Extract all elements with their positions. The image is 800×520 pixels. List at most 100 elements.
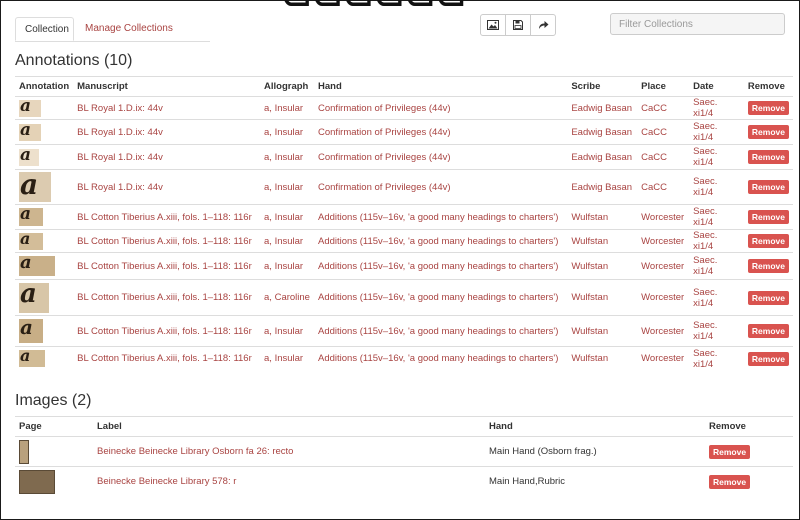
- image-label-link[interactable]: Beinecke Beinecke Library 578: r: [93, 466, 485, 497]
- annotation-thumbnail[interactable]: a: [19, 148, 39, 166]
- date-link[interactable]: Saec. xi1/4: [689, 96, 744, 120]
- place-link[interactable]: Worcester: [637, 252, 690, 280]
- hand-link[interactable]: Confirmation of Privileges (44v): [314, 96, 568, 120]
- allograph-link[interactable]: a, Insular: [260, 252, 314, 280]
- place-link[interactable]: CaCC: [637, 119, 690, 145]
- annotation-thumbnail[interactable]: a: [19, 208, 43, 226]
- manuscript-link[interactable]: BL Royal 1.D.ix: 44v: [73, 119, 261, 145]
- remove-image-button[interactable]: Remove: [709, 474, 751, 489]
- scribe-link[interactable]: Wulfstan: [567, 229, 638, 253]
- place-link[interactable]: Worcester: [637, 315, 690, 347]
- place-link[interactable]: Worcester: [637, 279, 690, 316]
- place-link[interactable]: CaCC: [637, 169, 690, 205]
- remove-annotation-button[interactable]: Remove: [747, 210, 789, 224]
- annotation-thumbnail[interactable]: a: [19, 256, 55, 276]
- remove-annotation-button[interactable]: Remove: [747, 125, 789, 139]
- remove-annotation-button[interactable]: Remove: [747, 324, 789, 338]
- annotation-thumbnail[interactable]: a: [19, 172, 51, 202]
- hand-link[interactable]: Additions (115v–16v, 'a good many headin…: [314, 315, 568, 347]
- allograph-link[interactable]: a, Insular: [260, 144, 314, 170]
- place-link[interactable]: Worcester: [637, 346, 690, 371]
- filter-collections-input[interactable]: [610, 13, 785, 35]
- page-thumbnail[interactable]: [19, 439, 29, 464]
- remove-annotation-button[interactable]: Remove: [747, 101, 789, 115]
- manuscript-link[interactable]: BL Cotton Tiberius A.xiii, fols. 1–118: …: [73, 229, 261, 253]
- scribe-link[interactable]: Eadwig Basan: [567, 119, 638, 145]
- remove-annotation-button[interactable]: Remove: [747, 234, 789, 248]
- image-label-link[interactable]: Beinecke Beinecke Library Osborn fa 26: …: [93, 436, 485, 467]
- allograph-link[interactable]: a, Insular: [260, 119, 314, 145]
- remove-annotation-button[interactable]: Remove: [747, 290, 789, 305]
- col-page: Page: [15, 416, 93, 437]
- scribe-link[interactable]: Wulfstan: [567, 346, 638, 371]
- hand-link[interactable]: Confirmation of Privileges (44v): [314, 169, 568, 205]
- remove-annotation-button[interactable]: Remove: [747, 351, 789, 366]
- remove-annotation-button[interactable]: Remove: [747, 150, 789, 164]
- date-link[interactable]: Saec. xi1/4: [689, 252, 744, 280]
- place-link[interactable]: Worcester: [637, 204, 690, 230]
- remove-annotation-button[interactable]: Remove: [747, 259, 789, 273]
- manuscript-link[interactable]: BL Cotton Tiberius A.xiii, fols. 1–118: …: [73, 252, 261, 280]
- remove-annotation-button[interactable]: Remove: [747, 180, 789, 194]
- date-link[interactable]: Saec. xi1/4: [689, 229, 744, 253]
- scribe-link[interactable]: Wulfstan: [567, 252, 638, 280]
- hand-link[interactable]: Confirmation of Privileges (44v): [314, 119, 568, 145]
- annotation-thumbnail[interactable]: a: [19, 123, 41, 141]
- allograph-link[interactable]: a, Insular: [260, 346, 314, 371]
- annotation-thumbnail-cell: a: [15, 346, 74, 371]
- annotation-thumbnail[interactable]: a: [19, 99, 41, 117]
- hand-link[interactable]: Additions (115v–16v, 'a good many headin…: [314, 252, 568, 280]
- remove-image-button[interactable]: Remove: [709, 444, 751, 459]
- hand-link[interactable]: Additions (115v–16v, 'a good many headin…: [314, 346, 568, 371]
- scribe-link[interactable]: Wulfstan: [567, 315, 638, 347]
- share-button[interactable]: [530, 14, 556, 36]
- annotation-thumbnail[interactable]: a: [19, 232, 43, 250]
- manuscript-link[interactable]: BL Royal 1.D.ix: 44v: [73, 169, 261, 205]
- hand-link[interactable]: Additions (115v–16v, 'a good many headin…: [314, 279, 568, 316]
- image-row: Beinecke Beinecke Library Osborn fa 26: …: [15, 436, 793, 467]
- page-thumbnail[interactable]: [19, 469, 55, 494]
- place-link[interactable]: CaCC: [637, 96, 690, 120]
- tab-collection[interactable]: Collection: [15, 17, 74, 41]
- allograph-link[interactable]: a, Insular: [260, 315, 314, 347]
- date-link[interactable]: Saec. xi1/4: [689, 169, 744, 205]
- allograph-link[interactable]: a, Insular: [260, 96, 314, 120]
- manuscript-link[interactable]: BL Royal 1.D.ix: 44v: [73, 144, 261, 170]
- annotation-thumbnail[interactable]: a: [19, 282, 49, 313]
- annotation-row: a BL Cotton Tiberius A.xiii, fols. 1–118:…: [15, 279, 793, 316]
- date-link[interactable]: Saec. xi1/4: [689, 119, 744, 145]
- annotation-thumbnail-cell: a: [15, 204, 74, 230]
- scribe-link[interactable]: Wulfstan: [567, 204, 638, 230]
- place-link[interactable]: CaCC: [637, 144, 690, 170]
- allograph-link[interactable]: a, Insular: [260, 229, 314, 253]
- annotation-thumbnail[interactable]: a: [19, 350, 45, 368]
- scribe-link[interactable]: Wulfstan: [567, 279, 638, 316]
- manuscript-link[interactable]: BL Cotton Tiberius A.xiii, fols. 1–118: …: [73, 279, 261, 316]
- allograph-link[interactable]: a, Caroline: [260, 279, 314, 316]
- annotation-thumbnail[interactable]: a: [19, 319, 43, 343]
- place-link[interactable]: Worcester: [637, 229, 690, 253]
- hand-link[interactable]: Confirmation of Privileges (44v): [314, 144, 568, 170]
- manuscript-link[interactable]: BL Cotton Tiberius A.xiii, fols. 1–118: …: [73, 346, 261, 371]
- remove-cell: Remove: [743, 119, 793, 145]
- manuscript-link[interactable]: BL Cotton Tiberius A.xiii, fols. 1–118: …: [73, 315, 261, 347]
- date-link[interactable]: Saec. xi1/4: [689, 346, 744, 371]
- allograph-link[interactable]: a, Insular: [260, 169, 314, 205]
- hand-link[interactable]: Additions (115v–16v, 'a good many headin…: [314, 229, 568, 253]
- date-link[interactable]: Saec. xi1/4: [689, 144, 744, 170]
- allograph-link[interactable]: a, Insular: [260, 204, 314, 230]
- manuscript-link[interactable]: BL Royal 1.D.ix: 44v: [73, 96, 261, 120]
- manuscript-link[interactable]: BL Cotton Tiberius A.xiii, fols. 1–118: …: [73, 204, 261, 230]
- scribe-link[interactable]: Eadwig Basan: [567, 169, 638, 205]
- scribe-link[interactable]: Eadwig Basan: [567, 96, 638, 120]
- save-button[interactable]: [505, 14, 531, 36]
- image-button[interactable]: [480, 14, 506, 36]
- scribe-link[interactable]: Eadwig Basan: [567, 144, 638, 170]
- date-link[interactable]: Saec. xi1/4: [689, 204, 744, 230]
- remove-cell: Remove: [743, 279, 793, 316]
- tab-manage-collections[interactable]: Manage Collections: [76, 17, 182, 41]
- hand-link[interactable]: Additions (115v–16v, 'a good many headin…: [314, 204, 568, 230]
- date-link[interactable]: Saec. xi1/4: [689, 315, 744, 347]
- date-link[interactable]: Saec. xi1/4: [689, 279, 744, 316]
- col-annotation: Annotation: [15, 76, 74, 97]
